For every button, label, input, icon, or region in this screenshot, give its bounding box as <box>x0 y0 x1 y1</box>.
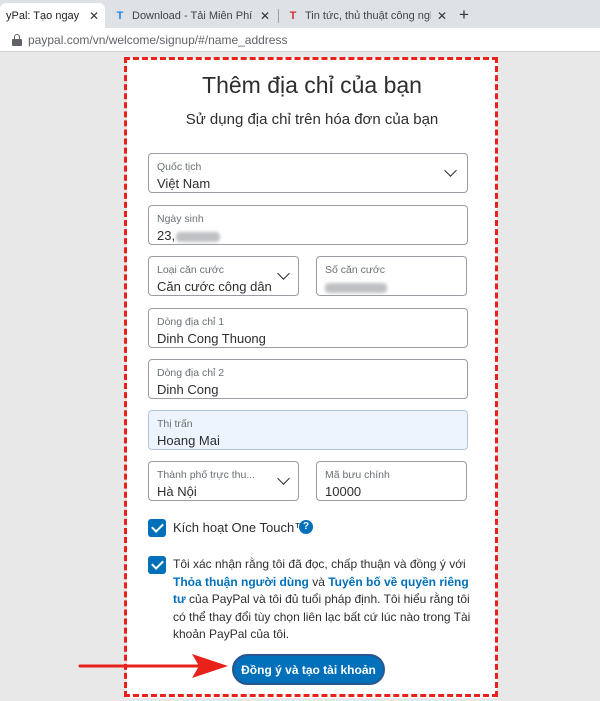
url-text[interactable]: paypal.com/vn/welcome/signup/#/name_addr… <box>28 33 287 47</box>
postal-code-field[interactable]: Mã bưu chính 10000 <box>316 461 467 501</box>
consent-part: Tôi xác nhận rằng tôi đã đọc, chấp thuận… <box>173 557 466 571</box>
address-line-1-field[interactable]: Dòng địa chỉ 1 Dinh Cong Thuong <box>148 308 468 348</box>
consent-part: và <box>308 574 329 589</box>
field-value: 10000 <box>325 484 362 499</box>
field-label: Quốc tịch <box>157 161 202 173</box>
field-value: Hà Nội <box>157 484 197 499</box>
field-value: Dinh Cong Thuong <box>157 331 266 346</box>
consent-text: Tôi xác nhận rằng tôi đã đọc, chấp thuận… <box>173 556 473 644</box>
tab-paypal[interactable]: yPal: Tạo ngay một tài ✕ <box>0 3 105 28</box>
redacted-value <box>176 231 221 242</box>
address-bar[interactable]: paypal.com/vn/welcome/signup/#/name_addr… <box>0 28 600 52</box>
annotation-arrow-icon <box>78 654 228 678</box>
chevron-down-icon <box>277 472 290 485</box>
close-icon[interactable]: ✕ <box>437 9 447 23</box>
id-type-select[interactable]: Loại căn cước Căn cước công dân <box>148 256 299 296</box>
id-number-field[interactable]: Số căn cước <box>316 256 467 296</box>
field-label: Dòng địa chỉ 1 <box>157 316 225 328</box>
field-value: Dinh Cong <box>157 382 219 397</box>
chevron-down-icon <box>277 267 290 280</box>
onetouch-checkbox[interactable] <box>148 519 166 537</box>
page-subtitle: Sử dụng địa chỉ trên hóa đơn của bạn <box>185 111 439 128</box>
lock-icon <box>12 33 22 46</box>
consent-checkbox[interactable] <box>148 556 166 574</box>
browser-tab-bar: yPal: Tạo ngay một tài ✕ T Download - Tả… <box>0 0 600 28</box>
field-value: Căn cước công dân <box>157 279 272 294</box>
tab-title: Tin tức, thủ thuật công nghệ mớ <box>305 9 431 22</box>
field-value: Việt Nam <box>157 176 211 191</box>
tab-divider <box>278 9 279 23</box>
onetouch-label: Kích hoạt One Touch™ <box>173 520 308 535</box>
user-agreement-link[interactable]: Thỏa thuận người dùng <box>173 575 309 589</box>
tab-news[interactable]: T Tin tức, thủ thuật công nghệ mớ ✕ <box>281 3 453 28</box>
field-label: Dòng địa chỉ 2 <box>157 367 225 379</box>
city-select[interactable]: Thành phố trực thu... Hà Nội <box>148 461 299 501</box>
field-label: Ngày sinh <box>157 213 204 225</box>
field-value: 23, <box>157 228 221 243</box>
dob-field[interactable]: Ngày sinh 23, <box>148 205 468 245</box>
field-label: Thị trấn <box>157 418 193 430</box>
field-label: Thành phố trực thu... <box>157 469 256 481</box>
chevron-down-icon <box>444 164 457 177</box>
agree-create-account-button[interactable]: Đồng ý và tạo tài khoản <box>232 654 385 685</box>
close-icon[interactable]: ✕ <box>89 9 99 23</box>
new-tab-button[interactable]: + <box>459 5 469 25</box>
consent-part: của PayPal và tôi đủ tuổi pháp định. Tôi… <box>173 592 471 641</box>
field-label: Loại căn cước <box>157 264 225 276</box>
page-title: Thêm địa chỉ của bạn <box>202 72 422 98</box>
field-value: Hoang Mai <box>157 433 220 448</box>
address-line-2-field[interactable]: Dòng địa chỉ 2 Dinh Cong <box>148 359 468 399</box>
help-icon[interactable]: ? <box>299 520 313 534</box>
dob-visible-part: 23, <box>157 228 176 243</box>
field-value <box>325 279 387 294</box>
nationality-select[interactable]: Quốc tịch Việt Nam <box>148 153 468 193</box>
tab-download[interactable]: T Download - Tải Miễn Phí VN - Ph ✕ <box>108 3 276 28</box>
field-label: Mã bưu chính <box>325 469 390 481</box>
field-label: Số căn cước <box>325 264 386 276</box>
t-favicon-red-icon: T <box>289 9 297 22</box>
town-field[interactable]: Thị trấn Hoang Mai <box>148 410 468 450</box>
tab-title: yPal: Tạo ngay một tài <box>6 9 83 22</box>
redacted-value <box>325 282 387 293</box>
tab-title: Download - Tải Miễn Phí VN - Ph <box>132 9 254 22</box>
close-icon[interactable]: ✕ <box>260 9 270 23</box>
t-favicon-blue-icon: T <box>116 9 124 22</box>
